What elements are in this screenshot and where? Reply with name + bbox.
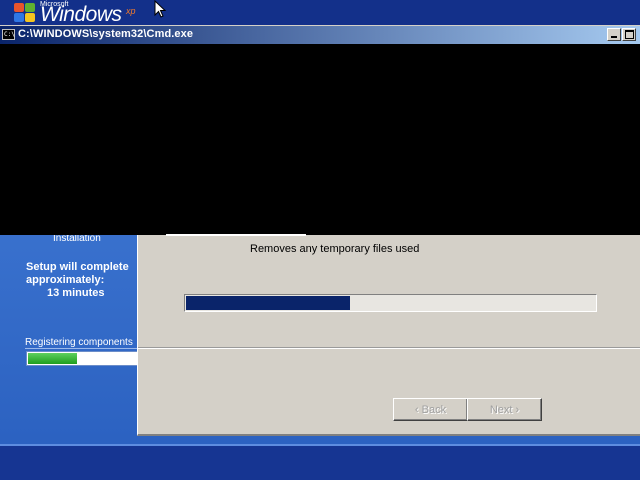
next-button[interactable]: Next › [467,398,542,421]
status-divider [25,348,140,349]
windows-xp-logo: Microsoft Windows xp [14,0,144,26]
cmd-window[interactable]: C:\ C:\WINDOWS\system32\Cmd.exe [0,25,640,235]
cmd-console-area[interactable] [0,44,640,235]
minimize-button[interactable] [607,28,621,41]
mouse-cursor-icon [154,0,166,18]
logo-xp-text: xp [126,6,136,16]
back-button[interactable]: ‹ Back [393,398,468,421]
registration-progress-bar [26,351,138,366]
cmd-titlebar[interactable]: C:\ C:\WINDOWS\system32\Cmd.exe [0,25,640,44]
registration-progress-fill [28,353,77,364]
installer-dialog: Removes any temporary files used ‹ Back … [137,234,640,436]
task-description: Removes any temporary files used [250,243,420,255]
cmd-icon[interactable]: C:\ [2,29,15,40]
logo-windows-text: Windows [40,3,122,26]
task-progress-fill [186,296,350,310]
cmd-window-title: C:\WINDOWS\system32\Cmd.exe [18,28,194,40]
setup-bottom-band [0,446,640,480]
time-estimate: Setup will complete approximately: 13 mi… [26,261,138,300]
task-progress-bar [184,294,597,312]
maximize-button[interactable] [622,28,636,41]
time-estimate-label: Setup will complete approximately: [26,261,129,286]
dialog-separator [138,348,640,349]
registration-status: Registering components [25,337,133,348]
time-estimate-minutes: 13 minutes [47,287,105,299]
dialog-header-edge [166,234,306,236]
windows-flag-icon [14,3,36,23]
